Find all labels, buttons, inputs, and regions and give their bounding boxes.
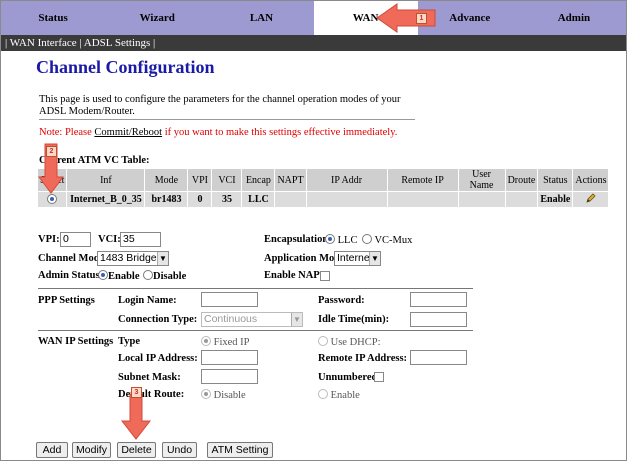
callout-badge-1: 1 [416,13,427,24]
callout-badge-3: 3 [131,387,142,398]
callout-arrow-3 [120,393,152,440]
callout-badge-2: 2 [46,146,57,157]
annotation-overlay [38,3,436,440]
